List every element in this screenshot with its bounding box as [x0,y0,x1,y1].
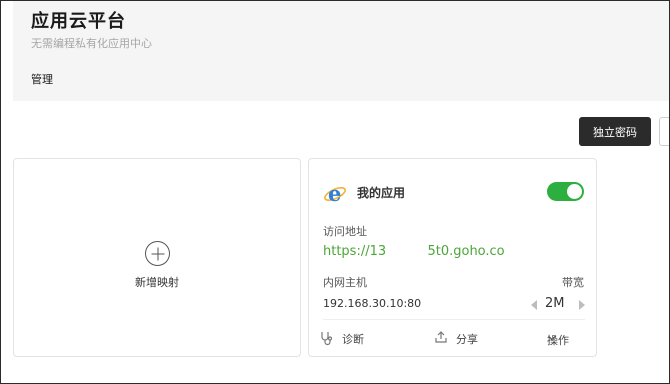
diagnose-label: 诊断 [342,333,364,346]
share-label: 分享 [456,333,478,346]
app-name: 我的应用 [357,186,406,200]
app-card: e 我的应用 访问地址 https://13 5t0.goho.co 内网主机 … [308,158,597,357]
svg-text:e: e [328,181,341,205]
access-address-label: 访问地址 [323,225,367,238]
operations-dropdown[interactable]: 操作 [547,332,591,350]
bandwidth-value: 2M [545,296,565,311]
diagnose-button[interactable]: 诊断 [319,329,379,347]
bandwidth-stepper: 2M [529,295,585,315]
app-enable-toggle[interactable] [547,182,584,201]
app-url-link[interactable]: https://13 5t0.goho.co [323,244,505,259]
more-button[interactable] [659,117,669,146]
plus-circle-icon [145,241,170,266]
toggle-knob [567,184,582,199]
divider [323,319,585,320]
independent-password-button[interactable]: 独立密码 [579,117,651,146]
page-header: 应用云平台 无需编程私有化应用中心 管理 [13,1,669,101]
diagnose-icon [321,332,333,346]
app-window: 应用云平台 无需编程私有化应用中心 管理 独立密码 新增映射 e 我的应用 访问… [0,0,670,384]
tab-manage[interactable]: 管理 [31,71,53,87]
ie-e-icon: e [323,181,347,206]
host-value: 192.168.30.10:80 [323,297,422,310]
caret-left-icon[interactable] [531,300,537,310]
page-title: 应用云平台 [31,11,126,32]
share-button[interactable]: 分享 [434,329,494,347]
host-label: 内网主机 [323,276,367,289]
bandwidth-label: 带宽 [562,276,584,289]
chevron-down-icon [548,335,556,341]
upload-share-icon [435,331,447,343]
add-mapping-label: 新增映射 [135,276,179,289]
page-subtitle: 无需编程私有化应用中心 [31,37,152,50]
caret-right-icon[interactable] [579,300,585,310]
add-mapping-card[interactable]: 新增映射 [13,158,301,357]
